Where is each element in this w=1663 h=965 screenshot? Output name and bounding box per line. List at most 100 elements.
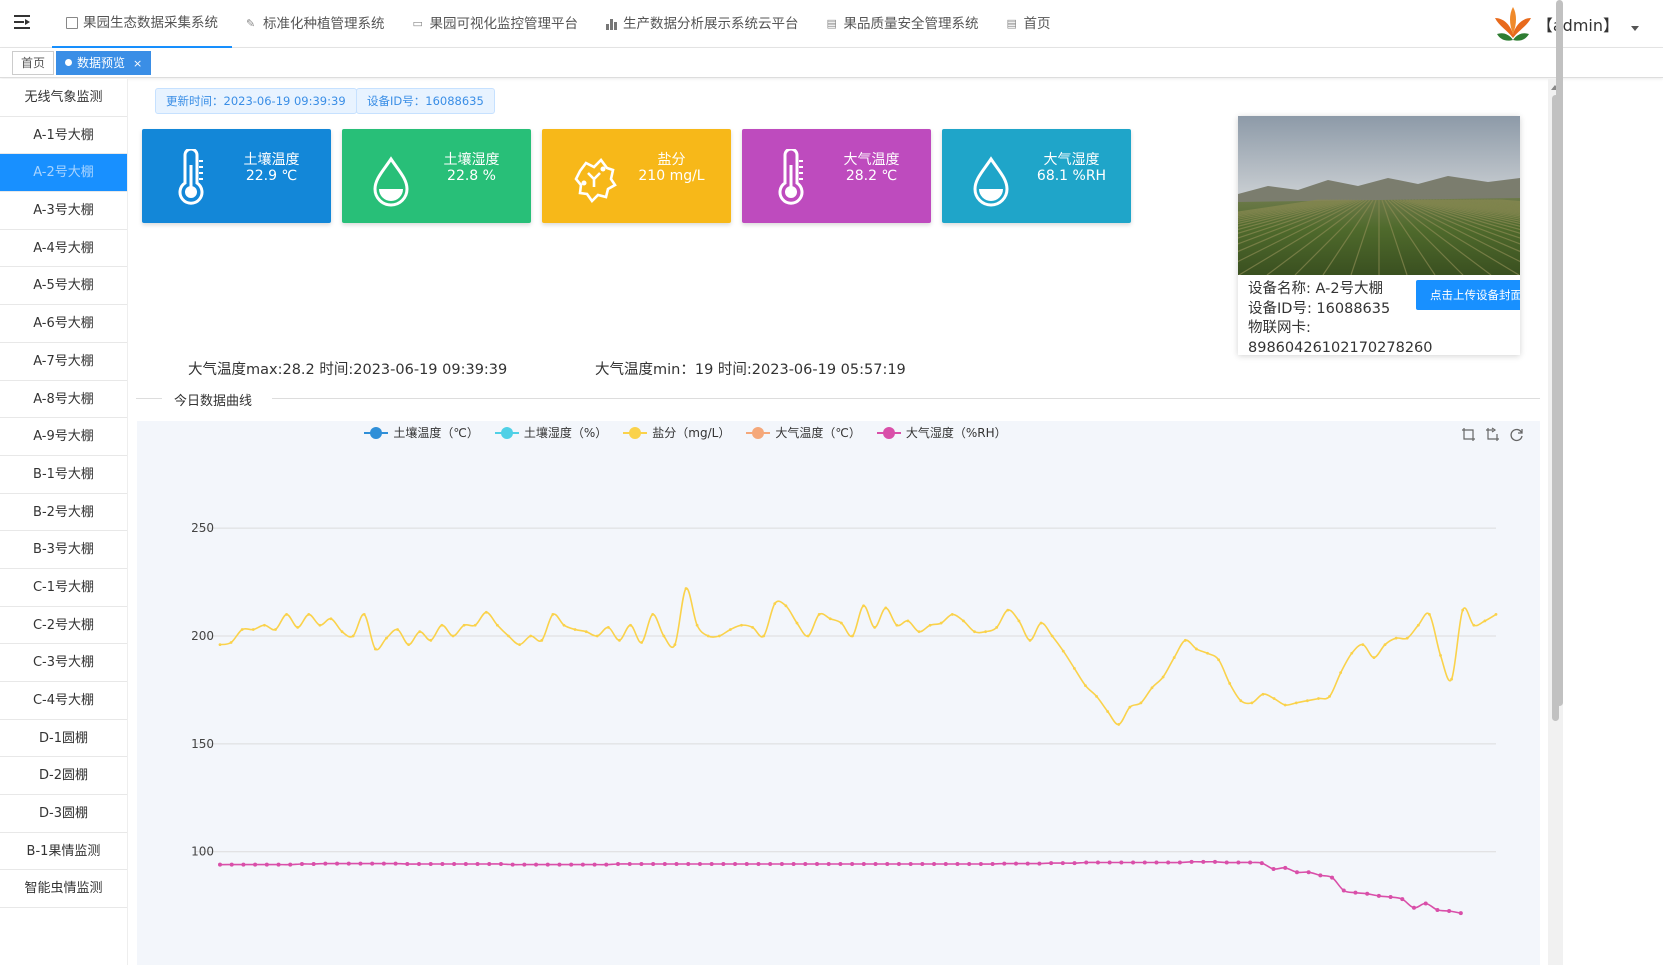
chevron-down-icon[interactable] — [1631, 25, 1639, 31]
legend-item[interactable]: 大气温度（℃） — [746, 424, 861, 441]
data-point[interactable] — [1353, 890, 1358, 895]
data-point[interactable] — [285, 613, 288, 616]
data-point[interactable] — [1131, 860, 1136, 865]
data-point[interactable] — [928, 623, 932, 627]
data-point[interactable] — [276, 862, 281, 867]
data-point[interactable] — [740, 623, 743, 627]
data-point[interactable] — [1435, 907, 1440, 912]
data-point[interactable] — [950, 613, 954, 616]
data-point[interactable] — [990, 861, 995, 866]
data-point[interactable] — [1306, 870, 1311, 875]
data-point[interactable] — [873, 861, 878, 866]
data-point[interactable] — [346, 861, 351, 866]
data-point[interactable] — [984, 630, 987, 634]
data-point[interactable] — [264, 862, 269, 867]
data-point[interactable] — [729, 628, 732, 631]
sidebar-item[interactable]: A-4号大棚 — [0, 230, 127, 268]
data-point[interactable] — [1095, 860, 1100, 865]
data-point[interactable] — [1250, 701, 1254, 705]
data-point[interactable] — [674, 861, 679, 866]
data-point[interactable] — [1450, 677, 1454, 681]
data-point[interactable] — [1494, 613, 1498, 616]
sidebar-item[interactable]: A-6号大棚 — [0, 305, 127, 343]
data-point[interactable] — [1084, 684, 1087, 688]
data-point[interactable] — [451, 634, 455, 638]
nav-item-data-analysis[interactable]: 生产数据分析展示系统云平台 — [592, 0, 813, 48]
data-point[interactable] — [1259, 861, 1264, 866]
data-point[interactable] — [229, 641, 233, 644]
data-point[interactable] — [967, 861, 972, 866]
sidebar-item[interactable]: C-3号大棚 — [0, 644, 127, 682]
user-menu[interactable]: 【admin】 — [1493, 4, 1639, 44]
data-point[interactable] — [545, 862, 550, 867]
data-point[interactable] — [299, 861, 304, 866]
data-point[interactable] — [795, 621, 799, 625]
data-point[interactable] — [1060, 861, 1065, 866]
data-point[interactable] — [955, 861, 960, 866]
data-point[interactable] — [817, 613, 821, 616]
data-point[interactable] — [510, 862, 515, 867]
data-point[interactable] — [1317, 697, 1320, 700]
data-point[interactable] — [1150, 686, 1154, 690]
data-point[interactable] — [717, 634, 721, 638]
data-point[interactable] — [744, 861, 749, 866]
data-point[interactable] — [686, 861, 691, 866]
data-point[interactable] — [616, 861, 621, 866]
data-point[interactable] — [462, 623, 466, 627]
data-point[interactable] — [573, 628, 577, 631]
data-point[interactable] — [709, 861, 714, 866]
data-point[interactable] — [1014, 861, 1019, 866]
data-point[interactable] — [507, 634, 510, 638]
data-point[interactable] — [943, 861, 948, 866]
data-point[interactable] — [1283, 865, 1288, 870]
data-point[interactable] — [1166, 860, 1171, 865]
data-point[interactable] — [1107, 860, 1112, 865]
data-point[interactable] — [1339, 671, 1343, 675]
close-icon[interactable]: × — [133, 57, 142, 70]
zoom-icon[interactable] — [1461, 427, 1476, 442]
data-point[interactable] — [1394, 636, 1398, 640]
data-point[interactable] — [806, 634, 810, 638]
sidebar-item[interactable]: 无线气象监测 — [0, 79, 127, 117]
data-point[interactable] — [920, 861, 925, 866]
data-point[interactable] — [381, 861, 386, 866]
legend-item[interactable]: 大气湿度（%RH） — [876, 424, 1007, 441]
data-point[interactable] — [229, 862, 234, 867]
upload-cover-button[interactable]: 点击上传设备封面 — [1416, 280, 1520, 310]
data-point[interactable] — [370, 861, 375, 866]
data-point[interactable] — [1372, 656, 1376, 659]
sidebar-item[interactable]: C-1号大棚 — [0, 569, 127, 607]
data-point[interactable] — [1006, 608, 1010, 612]
data-point[interactable] — [584, 630, 588, 634]
data-point[interactable] — [1350, 651, 1354, 655]
data-point[interactable] — [1189, 859, 1194, 864]
data-point[interactable] — [1248, 860, 1253, 865]
series-line-salinity[interactable] — [219, 587, 1497, 726]
data-point[interactable] — [329, 617, 333, 621]
data-point[interactable] — [569, 862, 574, 867]
data-point[interactable] — [1039, 621, 1043, 625]
data-point[interactable] — [323, 861, 328, 866]
data-point[interactable] — [1154, 860, 1159, 865]
data-point[interactable] — [896, 861, 901, 866]
data-point[interactable] — [662, 861, 667, 866]
data-point[interactable] — [498, 861, 503, 866]
data-point[interactable] — [1117, 723, 1121, 726]
data-point[interactable] — [274, 628, 277, 631]
data-point[interactable] — [751, 625, 754, 629]
data-point[interactable] — [1472, 623, 1476, 627]
sidebar-item[interactable]: B-1果情监测 — [0, 833, 127, 871]
sidebar-item[interactable]: B-3号大棚 — [0, 531, 127, 569]
data-point[interactable] — [1294, 701, 1298, 705]
data-point[interactable] — [906, 619, 910, 623]
sidebar-item[interactable]: C-2号大棚 — [0, 607, 127, 645]
sidebar-item[interactable]: A-5号大棚 — [0, 267, 127, 306]
data-point[interactable] — [487, 861, 492, 866]
data-point[interactable] — [405, 861, 410, 866]
data-point[interactable] — [639, 861, 644, 866]
legend-item[interactable]: 土壤湿度（%） — [494, 424, 607, 441]
data-point[interactable] — [733, 861, 738, 866]
data-point[interactable] — [288, 862, 293, 867]
data-point[interactable] — [721, 861, 726, 866]
data-point[interactable] — [495, 623, 499, 627]
